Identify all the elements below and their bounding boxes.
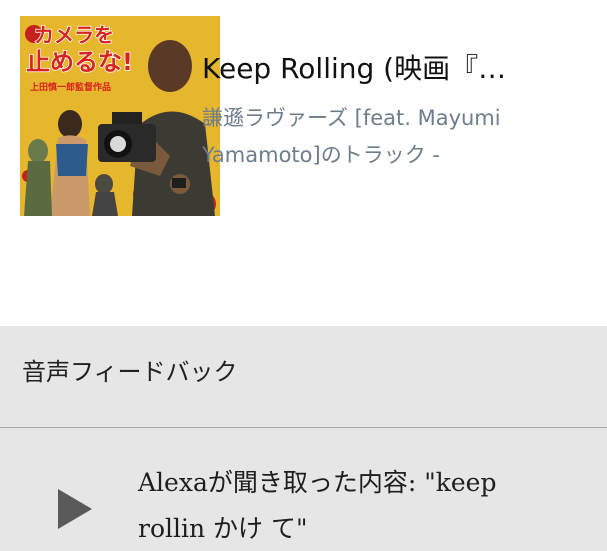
track-title[interactable]: Keep Rolling (映画『…: [202, 46, 542, 92]
track-subtitle: 謙遜ラヴァーズ [feat. Mayumi Yamamoto]のトラック -: [202, 106, 501, 167]
play-icon: [58, 489, 92, 529]
album-art-image: カメラを 止めるな! 上田慎一郎監督作品: [20, 16, 220, 216]
album-art: カメラを 止めるな! 上田慎一郎監督作品: [20, 16, 220, 216]
album-headline-1: カメラを: [34, 23, 114, 47]
track-card[interactable]: カメラを 止めるな! 上田慎一郎監督作品 Keep Rolling (映画『… …: [0, 0, 607, 326]
voice-feedback-panel: 音声フィードバック Alexaが聞き取った内容: "keep rollin かけ…: [0, 326, 607, 551]
play-recording-button[interactable]: [46, 481, 102, 537]
voice-feedback-header: 音声フィードバック: [0, 326, 607, 428]
track-info: Keep Rolling (映画『… 謙遜ラヴァーズ [feat. Mayumi…: [202, 46, 592, 174]
heard-text: Alexaが聞き取った内容: "keep rollin かけ て": [138, 468, 497, 543]
album-headline-2: 止めるな!: [26, 48, 133, 76]
voice-feedback-title: 音声フィードバック: [22, 358, 238, 386]
album-credit: 上田慎一郎監督作品: [30, 81, 111, 93]
alexa-voice-history-screen: カメラを 止めるな! 上田慎一郎監督作品 Keep Rolling (映画『… …: [0, 0, 607, 551]
